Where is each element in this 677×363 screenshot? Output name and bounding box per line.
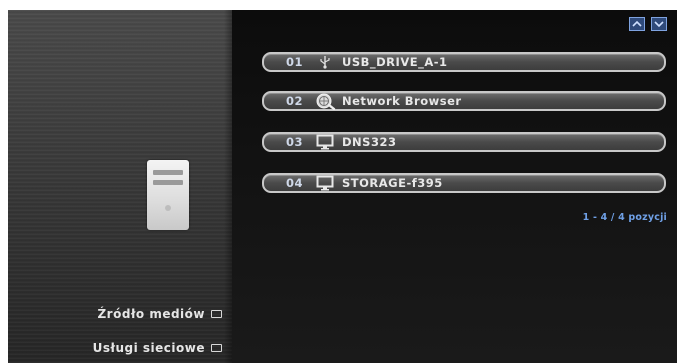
right-panel: 01 USB_DRIVE_A-1 02 Network Browser 03 D…: [232, 10, 677, 363]
item-label: USB_DRIVE_A-1: [342, 55, 448, 69]
chevron-down-icon: [654, 21, 664, 28]
item-number: 02: [286, 94, 304, 108]
menu-item-network-services[interactable]: Usługi sieciowe: [93, 338, 222, 358]
list-item[interactable]: 04 STORAGE-f395: [262, 173, 666, 193]
item-label: DNS323: [342, 135, 397, 149]
scroll-down-button[interactable]: [651, 17, 667, 31]
list-item[interactable]: 03 DNS323: [262, 132, 666, 152]
monitor-icon: [314, 175, 336, 191]
list-item[interactable]: 01 USB_DRIVE_A-1: [262, 52, 666, 72]
menu-item-media-source[interactable]: Źródło mediów: [97, 304, 222, 324]
item-label: STORAGE-f395: [342, 176, 443, 190]
square-icon: [211, 344, 222, 352]
drive-tower-icon: [147, 160, 189, 230]
usb-icon: [314, 54, 336, 70]
menu-item-label: Źródło mediów: [97, 307, 205, 321]
item-label: Network Browser: [342, 94, 462, 108]
item-number: 01: [286, 55, 304, 69]
list-item[interactable]: 02 Network Browser: [262, 91, 666, 111]
monitor-icon: [314, 134, 336, 150]
media-screen: Źródło mediów Usługi sieciowe 01 USB_DRI…: [8, 10, 677, 363]
square-icon: [211, 310, 222, 318]
item-number: 04: [286, 176, 304, 190]
left-panel: Źródło mediów Usługi sieciowe: [8, 10, 232, 363]
item-count: 1 - 4 / 4 pozycji: [582, 212, 667, 223]
menu-item-label: Usługi sieciowe: [92, 341, 205, 355]
network-browser-icon: [314, 93, 336, 110]
scroll-up-button[interactable]: [629, 17, 645, 31]
chevron-up-icon: [632, 20, 642, 27]
item-number: 03: [286, 135, 304, 149]
